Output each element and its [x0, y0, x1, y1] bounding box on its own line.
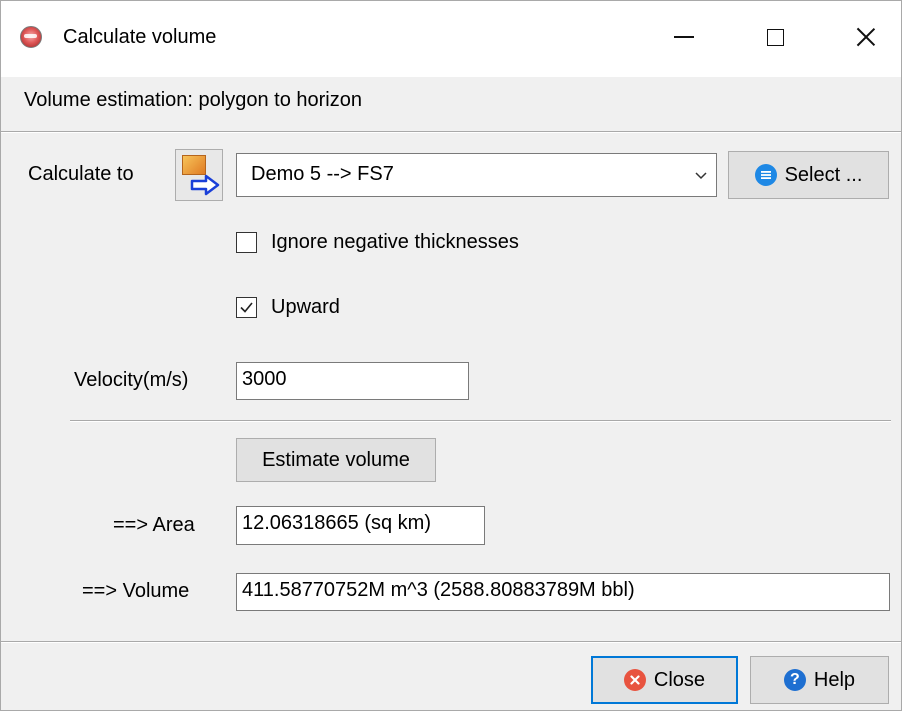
- maximize-button[interactable]: [755, 19, 795, 55]
- minimize-button[interactable]: [664, 19, 704, 55]
- velocity-input[interactable]: 3000: [236, 362, 469, 400]
- checkmark-icon: [240, 302, 253, 313]
- output-type-button[interactable]: [175, 149, 223, 201]
- app-logo-icon: [20, 26, 42, 48]
- upward-checkbox[interactable]: [236, 297, 257, 318]
- velocity-label: Velocity(m/s): [74, 369, 189, 391]
- window-close-button[interactable]: [846, 19, 886, 55]
- dropdown-selected-value: Demo 5 --> FS7: [251, 163, 394, 185]
- upward-label: Upward: [271, 296, 340, 318]
- area-label: ==> Area: [113, 514, 195, 536]
- middle-divider: [70, 420, 891, 422]
- close-button[interactable]: Close: [591, 656, 738, 704]
- top-divider: [1, 131, 901, 133]
- export-arrow-icon: [182, 155, 206, 175]
- footer-divider: [1, 641, 901, 643]
- close-icon: [856, 27, 876, 47]
- area-output-field[interactable]: 12.06318665 (sq km): [236, 506, 485, 545]
- close-button-label: Close: [653, 668, 706, 691]
- select-button-label: Select ...: [784, 163, 863, 186]
- target-horizon-dropdown[interactable]: Demo 5 --> FS7: [236, 153, 717, 197]
- dialog-window: Calculate volume Volume estimation: poly…: [0, 0, 902, 711]
- help-icon: ?: [783, 669, 806, 691]
- chevron-down-icon: [695, 172, 707, 180]
- ignore-negative-checkbox[interactable]: [236, 232, 257, 253]
- volume-output-field[interactable]: 411.58770752M m^3 (2588.80883789M bbl): [236, 573, 890, 611]
- calculate-to-label: Calculate to: [28, 163, 134, 185]
- help-button-label: Help: [813, 668, 856, 691]
- select-button[interactable]: Select ...: [728, 151, 889, 199]
- estimate-volume-button[interactable]: Estimate volume: [236, 438, 436, 482]
- ignore-negative-label: Ignore negative thicknesses: [271, 231, 519, 253]
- minimize-icon: [674, 36, 694, 38]
- list-icon: [754, 164, 777, 186]
- window-title: Calculate volume: [63, 26, 217, 48]
- maximize-icon: [766, 28, 784, 46]
- dialog-description: Volume estimation: polygon to horizon: [24, 89, 362, 111]
- title-bar[interactable]: Calculate volume: [1, 1, 901, 77]
- help-button[interactable]: ? Help: [750, 656, 889, 704]
- close-circle-icon: [623, 669, 646, 691]
- volume-label: ==> Volume: [82, 580, 190, 602]
- arrow-right-icon: [190, 174, 220, 196]
